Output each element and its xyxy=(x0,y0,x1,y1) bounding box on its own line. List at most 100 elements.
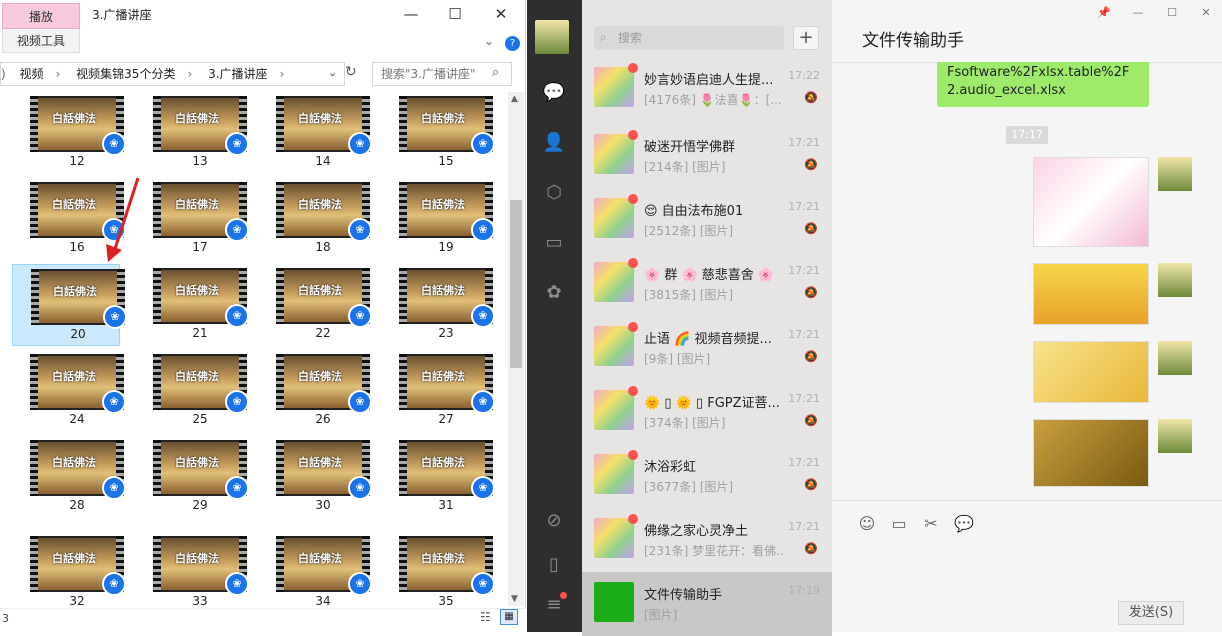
file-tile[interactable]: 白話佛法 ❀ 21 xyxy=(135,264,249,346)
close-button[interactable]: ✕ xyxy=(1196,6,1216,22)
image-message[interactable] xyxy=(1033,419,1149,487)
file-tile[interactable]: 白話佛法 ❀ 19 xyxy=(381,178,495,260)
file-name: 15 xyxy=(438,154,454,168)
scroll-up-icon[interactable]: ▲ xyxy=(511,94,518,104)
ribbon-tab-play[interactable]: 播放 xyxy=(2,3,80,29)
status-item-count: 3 xyxy=(2,612,9,625)
pin-icon[interactable]: 📌 xyxy=(1094,6,1114,22)
mute-icon: 🔕 xyxy=(804,91,818,104)
file-tile[interactable]: 白話佛法 ❀ 12 xyxy=(12,92,126,174)
file-tile[interactable]: 白話佛法 ❀ 27 xyxy=(381,350,495,432)
file-tile[interactable]: 白話佛法 ❀ 32 xyxy=(12,532,126,606)
breadcrumb-item[interactable]: 视频集锦35个分类 xyxy=(76,67,175,81)
avatar[interactable] xyxy=(535,20,569,54)
file-name: 33 xyxy=(192,594,208,606)
player-badge-icon: ❀ xyxy=(225,476,249,500)
file-tile[interactable]: 白話佛法 ❀ 35 xyxy=(381,532,495,606)
minimize-button[interactable]: — xyxy=(396,0,426,28)
chat-list-item[interactable]: 🌞 ▯ 🌞 ▯ FGPZ证菩... 17:21 [374条] [图片] 🔕 xyxy=(582,380,832,444)
image-message[interactable] xyxy=(1033,263,1149,325)
breadcrumb-item[interactable]: 视频 xyxy=(20,67,44,81)
file-tile[interactable]: 白話佛法 ❀ 20 xyxy=(12,264,127,346)
file-name: 12 xyxy=(69,154,85,168)
player-badge-icon: ❀ xyxy=(348,476,372,500)
file-tile[interactable]: 白話佛法 ❀ 26 xyxy=(258,350,372,432)
moments-icon[interactable]: ✿ xyxy=(541,280,567,306)
chat-avatar xyxy=(594,518,634,558)
ribbon-tab-video-tools[interactable]: 视频工具 xyxy=(2,29,80,53)
search-input[interactable]: 搜索"3.广播讲座" xyxy=(372,62,512,86)
address-bar[interactable]: ) 视频 › 视频集锦35个分类 › 3.广播讲座 › xyxy=(0,62,345,86)
chat-list-item[interactable]: 佛缘之家心灵净土 17:21 [231条] 梦里花开：看佛... 🔕 xyxy=(582,508,832,572)
player-badge-icon: ❀ xyxy=(471,476,495,500)
file-tile[interactable]: 白話佛法 ❀ 28 xyxy=(12,436,126,518)
refresh-icon[interactable]: ↻ xyxy=(345,64,357,80)
image-message[interactable] xyxy=(1033,341,1149,403)
file-tile[interactable]: 白話佛法 ❀ 34 xyxy=(258,532,372,606)
screenshot-icon[interactable]: ✂ xyxy=(920,514,942,534)
wechat-search-input[interactable]: 搜索 xyxy=(594,26,784,50)
chat-icon[interactable]: 💬 xyxy=(541,80,567,106)
send-button[interactable]: 发送(S) xyxy=(1118,601,1184,625)
image-message[interactable] xyxy=(1033,157,1149,247)
search-icon[interactable]: ⌕ xyxy=(492,65,499,80)
file-tile[interactable]: 白話佛法 ❀ 17 xyxy=(135,178,249,260)
scrollbar-thumb[interactable] xyxy=(510,200,522,368)
file-tile[interactable]: 白話佛法 ❀ 33 xyxy=(135,532,249,606)
message-bubble[interactable]: Fsoftware%2Fxlsx.table%2F2.audio_excel.x… xyxy=(937,62,1149,107)
ribbon-expand-icon[interactable]: ⌄ xyxy=(484,34,494,48)
avatar xyxy=(1158,341,1192,375)
file-tile[interactable]: 白話佛法 ❀ 25 xyxy=(135,350,249,432)
file-name: 23 xyxy=(438,326,454,340)
favorites-icon[interactable]: ⬡ xyxy=(541,180,567,206)
file-tile[interactable]: 白話佛法 ❀ 13 xyxy=(135,92,249,174)
chat-avatar xyxy=(594,326,634,366)
file-name: 34 xyxy=(315,594,331,606)
folder-icon[interactable]: ▭ xyxy=(541,230,567,256)
file-tile[interactable]: 白話佛法 ❀ 30 xyxy=(258,436,372,518)
thumbnail-caption: 白話佛法 xyxy=(298,456,342,469)
maximize-button[interactable]: ☐ xyxy=(1162,6,1182,22)
thumbnail-caption: 白話佛法 xyxy=(52,456,96,469)
file-tile[interactable]: 白話佛法 ❀ 15 xyxy=(381,92,495,174)
file-name: 20 xyxy=(70,327,86,341)
player-badge-icon: ❀ xyxy=(348,132,372,156)
chat-time: 17:21 xyxy=(788,456,820,469)
minimize-button[interactable]: — xyxy=(1128,6,1148,22)
file-icon[interactable]: ▭ xyxy=(888,514,910,534)
unread-dot xyxy=(628,386,638,396)
chat-list-item[interactable]: 妙言妙语启迪人生提... 17:22 [4176条] 🌷法喜🌷：[... 🔕 xyxy=(582,57,832,121)
close-button[interactable]: ✕ xyxy=(486,0,516,28)
file-tile[interactable]: 白話佛法 ❀ 22 xyxy=(258,264,372,346)
breadcrumb-item[interactable]: 3.广播讲座 xyxy=(208,67,267,81)
player-badge-icon: ❀ xyxy=(225,572,249,596)
emoji-icon[interactable]: ☺ xyxy=(856,514,878,534)
phone-icon[interactable]: ▯ xyxy=(541,552,567,578)
chat-list-item[interactable]: 🌸 群 🌸 慈悲喜舍 🌸 17:21 [3815条] [图片] 🔕 xyxy=(582,252,832,316)
chat-history-icon[interactable]: 💬 xyxy=(953,514,975,534)
file-tile[interactable]: 白話佛法 ❀ 18 xyxy=(258,178,372,260)
help-icon[interactable]: ? xyxy=(505,36,520,51)
file-tile[interactable]: 白話佛法 ❀ 29 xyxy=(135,436,249,518)
chat-list-item[interactable]: 😌 自由法布施01 17:21 [2512条] [图片] 🔕 xyxy=(582,188,832,252)
chat-list-item[interactable]: 沐浴彩虹 17:21 [3677条] [图片] 🔕 xyxy=(582,444,832,508)
chat-list-item[interactable]: 止语 🌈 视频音频提... 17:21 [9条] [图片] 🔕 xyxy=(582,316,832,380)
miniprogram-icon[interactable]: ⊘ xyxy=(541,508,567,534)
chat-list-item[interactable]: 文件传输助手 17:19 [图片] xyxy=(582,572,832,636)
chat-list-item[interactable]: 破迷开悟学佛群 17:21 [214条] [图片] 🔕 xyxy=(582,124,832,188)
file-tile[interactable]: 白話佛法 ❀ 23 xyxy=(381,264,495,346)
chat-title: 文件传输助手 xyxy=(862,31,964,51)
file-tile[interactable]: 白話佛法 ❀ 24 xyxy=(12,350,126,432)
player-badge-icon: ❀ xyxy=(103,305,127,329)
chat-name: 妙言妙语启迪人生提... xyxy=(644,73,774,88)
file-tile[interactable]: 白話佛法 ❀ 31 xyxy=(381,436,495,518)
address-dropdown-icon[interactable]: ⌄ xyxy=(328,66,337,79)
details-view-icon[interactable]: ☷ xyxy=(480,610,491,624)
contacts-icon[interactable]: 👤 xyxy=(541,130,567,156)
maximize-button[interactable]: ☐ xyxy=(440,0,470,28)
scroll-down-icon[interactable]: ▼ xyxy=(511,594,518,604)
file-tile[interactable]: 白話佛法 ❀ 14 xyxy=(258,92,372,174)
thumbnail-view-icon[interactable]: ▦ xyxy=(500,609,518,625)
file-name: 21 xyxy=(192,326,208,340)
add-chat-button[interactable]: + xyxy=(793,26,819,50)
